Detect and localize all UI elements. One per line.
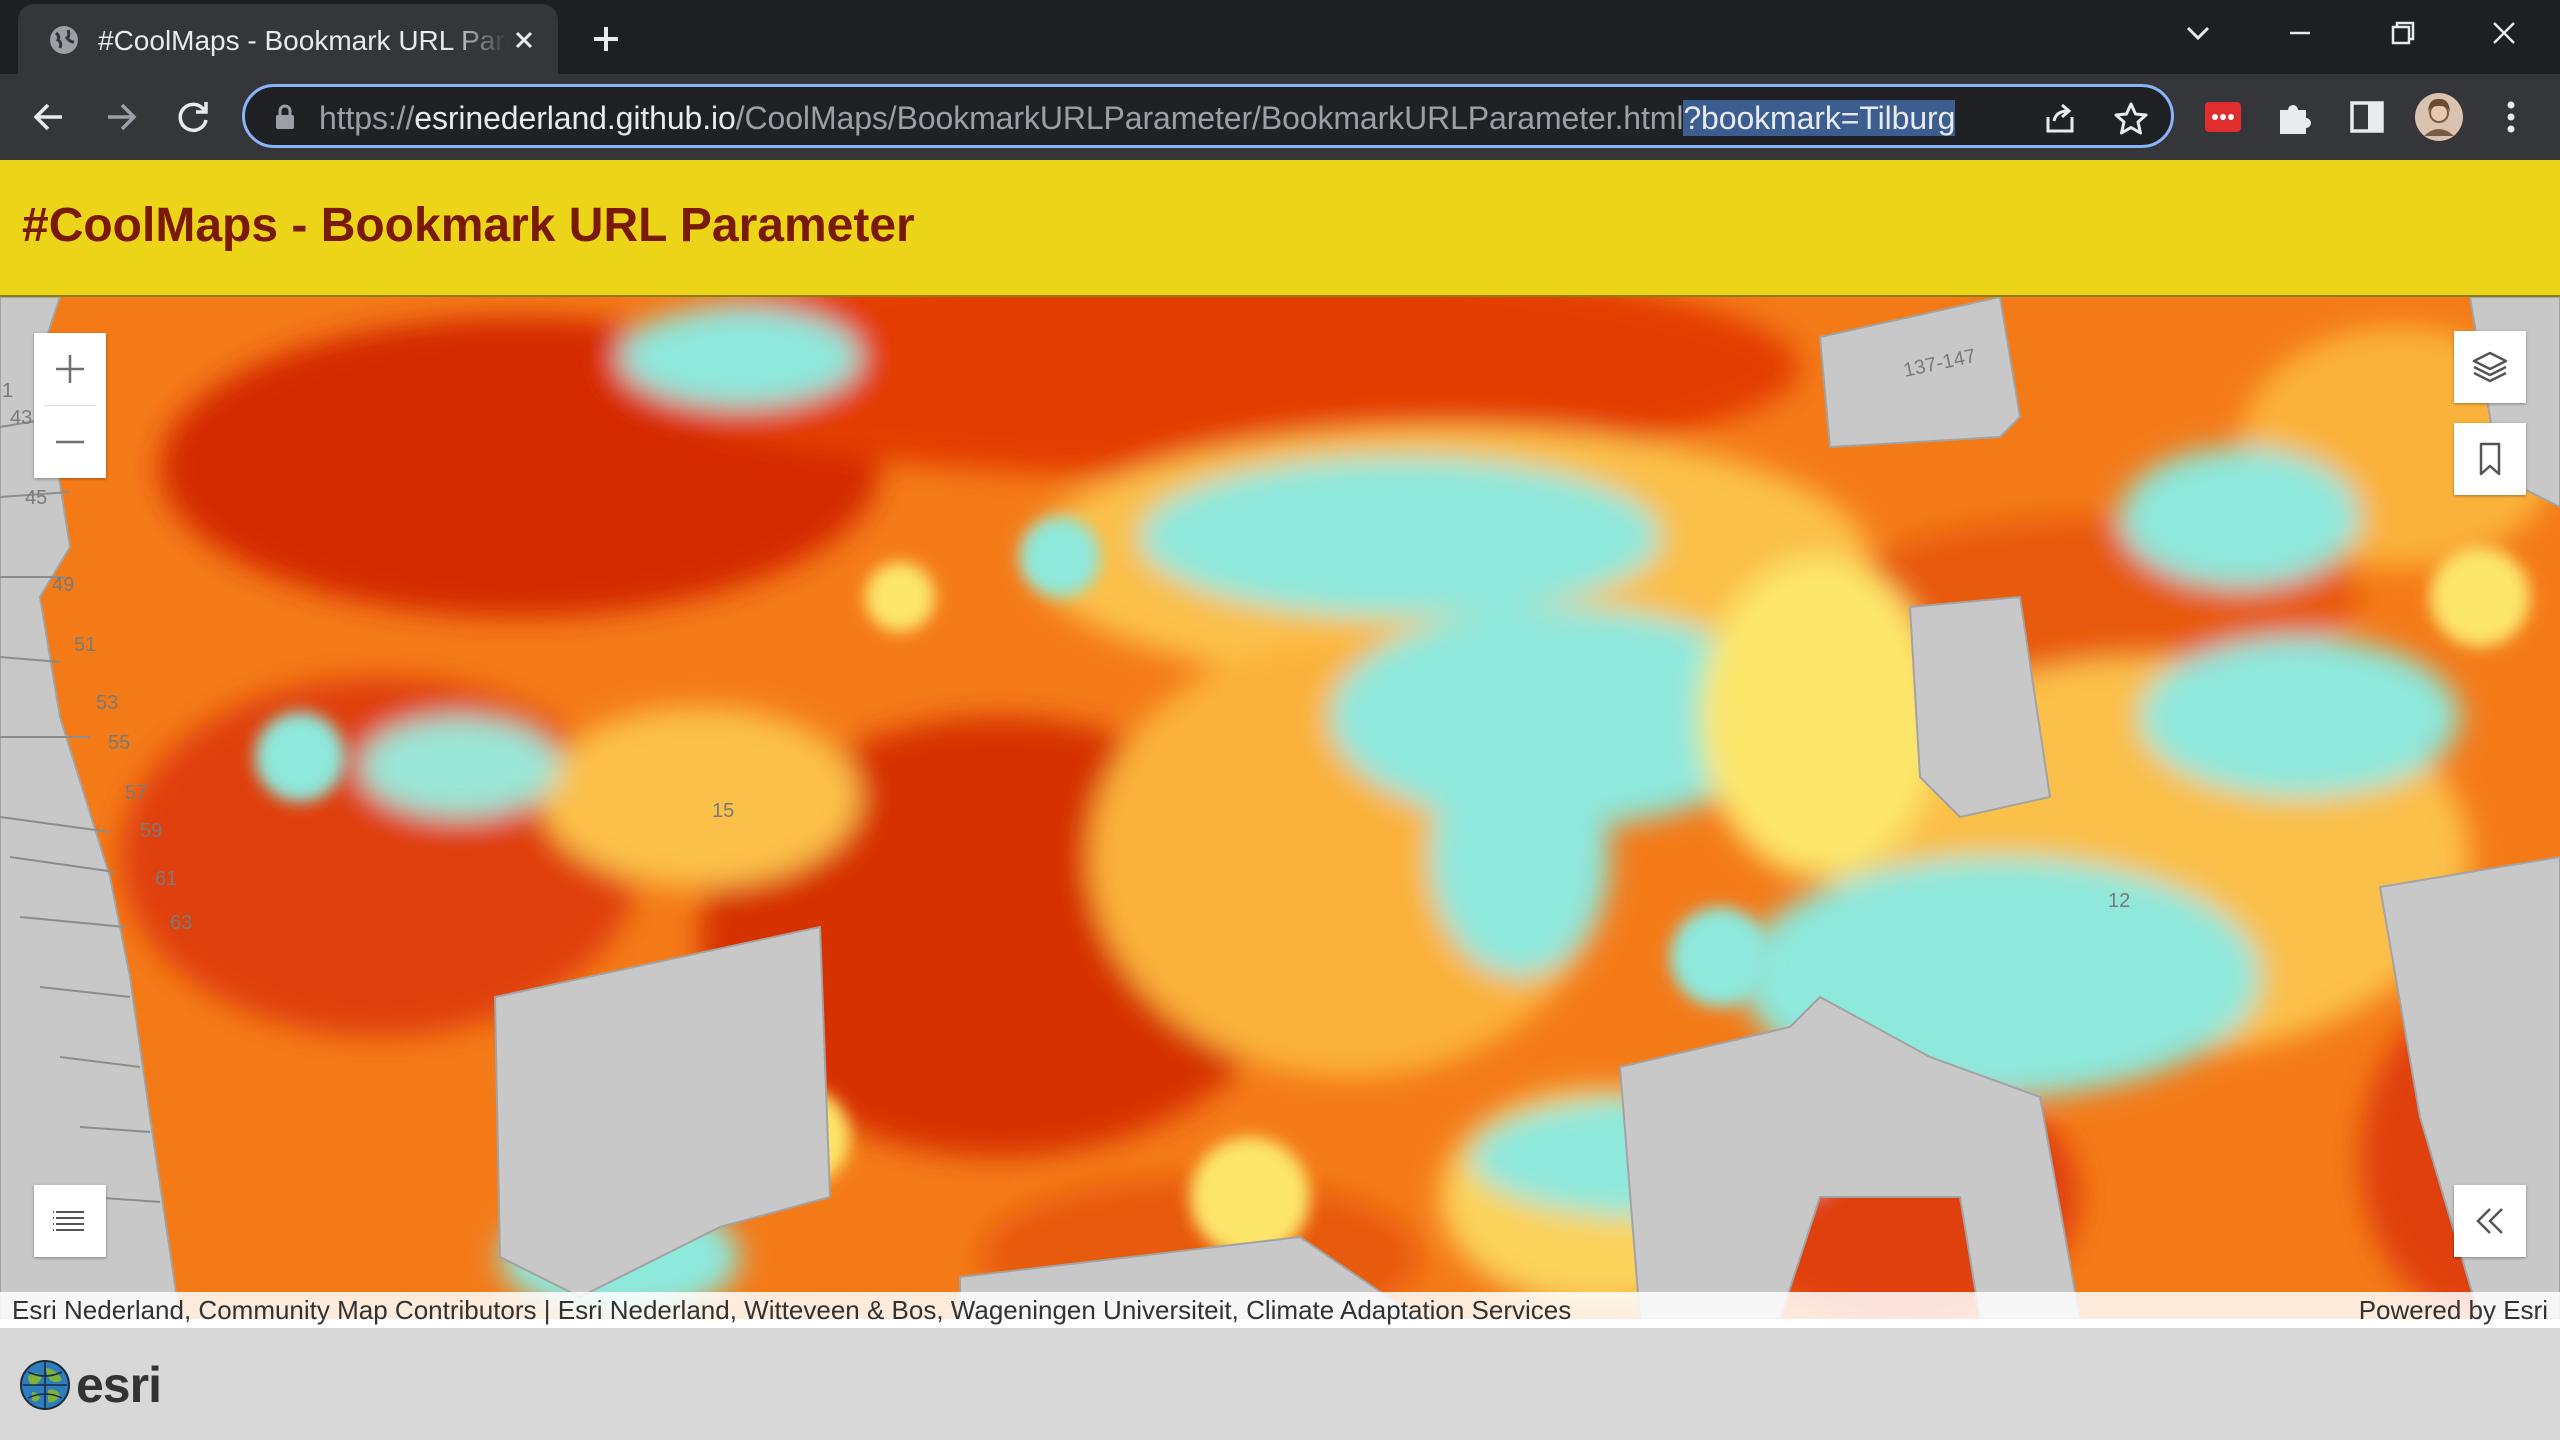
zoom-controls bbox=[34, 333, 106, 478]
puzzle-icon[interactable] bbox=[2270, 92, 2320, 142]
plus-icon[interactable] bbox=[578, 14, 634, 64]
page-header: #CoolMaps - Bookmark URL Parameter bbox=[0, 160, 2560, 297]
browser-tab-bar: #CoolMaps - Bookmark URL Parameter bbox=[0, 0, 2560, 74]
expand-panel-button[interactable] bbox=[2454, 1185, 2526, 1257]
esri-logo[interactable]: esri bbox=[18, 1356, 162, 1414]
map-label-55: 55 bbox=[108, 732, 130, 754]
minimize-icon[interactable] bbox=[2250, 0, 2350, 66]
legend-list-button[interactable] bbox=[34, 1185, 106, 1257]
zoom-in-icon bbox=[56, 355, 84, 383]
address-bar[interactable]: https://esrinederland.github.io/CoolMaps… bbox=[242, 84, 2174, 148]
layers-button[interactable] bbox=[2454, 331, 2526, 403]
page-footer: esri bbox=[0, 1328, 2560, 1440]
double-chevron-left-icon bbox=[2476, 1208, 2503, 1234]
kebab-menu-icon[interactable] bbox=[2486, 92, 2536, 142]
sidepanel-icon[interactable] bbox=[2342, 92, 2392, 142]
map-label-12: 12 bbox=[2108, 890, 2130, 912]
map-label-1: 1 bbox=[2, 380, 13, 402]
zoom-out-button[interactable] bbox=[34, 406, 106, 478]
close-icon[interactable] bbox=[510, 26, 538, 54]
map-label-63: 63 bbox=[170, 912, 192, 934]
url-query-selected: ?bookmark=Tilburg bbox=[1683, 100, 1956, 136]
map-label-57: 57 bbox=[125, 782, 147, 804]
map-label-61: 61 bbox=[155, 868, 177, 890]
zoom-out-icon bbox=[56, 440, 84, 444]
bookmarks-button[interactable] bbox=[2454, 423, 2526, 495]
profile-avatar[interactable] bbox=[2414, 92, 2464, 142]
powered-by-esri[interactable]: Powered by Esri bbox=[2359, 1295, 2548, 1326]
map-label-43: 43 bbox=[10, 407, 32, 429]
esri-logo-text: esri bbox=[76, 1357, 162, 1413]
map-label-53: 53 bbox=[96, 692, 118, 714]
esri-globe-icon bbox=[20, 1360, 70, 1410]
layers-icon bbox=[2472, 351, 2508, 383]
url-host: esrinederland.github.io bbox=[414, 100, 736, 136]
url-text[interactable]: https://esrinederland.github.io/CoolMaps… bbox=[319, 100, 1955, 137]
url-path: /CoolMaps/BookmarkURLParameter/BookmarkU… bbox=[735, 100, 1684, 136]
star-icon[interactable] bbox=[2111, 99, 2151, 139]
close-window-icon[interactable] bbox=[2454, 0, 2554, 66]
globe-icon bbox=[50, 26, 78, 54]
extension-icon[interactable] bbox=[2198, 92, 2248, 142]
browser-tab-active[interactable]: #CoolMaps - Bookmark URL Parameter bbox=[18, 4, 558, 74]
tab-title: #CoolMaps - Bookmark URL Parameter bbox=[98, 25, 508, 56]
browser-toolbar: https://esrinederland.github.io/CoolMaps… bbox=[0, 74, 2560, 160]
reload-icon[interactable] bbox=[168, 92, 218, 142]
map-attribution: Esri Nederland, Community Map Contributo… bbox=[0, 1292, 2560, 1328]
restore-icon[interactable] bbox=[2352, 0, 2452, 66]
map-label-15: 15 bbox=[712, 800, 734, 822]
list-icon bbox=[53, 1211, 84, 1231]
lock-icon[interactable] bbox=[273, 103, 297, 131]
map-label-51: 51 bbox=[74, 634, 96, 656]
share-icon[interactable] bbox=[2040, 99, 2080, 139]
forward-icon[interactable] bbox=[96, 92, 146, 142]
web-page: #CoolMaps - Bookmark URL Parameter 137-1… bbox=[0, 160, 2560, 1440]
chevron-down-icon[interactable] bbox=[2148, 0, 2248, 66]
url-scheme: https:// bbox=[319, 100, 415, 136]
attribution-text[interactable]: Esri Nederland, Community Map Contributo… bbox=[12, 1295, 1571, 1326]
back-icon[interactable] bbox=[24, 92, 74, 142]
map-label-49: 49 bbox=[52, 574, 74, 596]
map-label-45: 45 bbox=[25, 487, 47, 509]
zoom-in-button[interactable] bbox=[34, 333, 106, 405]
page-title: #CoolMaps - Bookmark URL Parameter bbox=[22, 199, 915, 252]
bookmark-icon bbox=[2479, 442, 2501, 476]
map-view[interactable]: 137-147 43 45 49 51 53 55 57 59 61 63 15… bbox=[0, 297, 2560, 1319]
map-label-59: 59 bbox=[140, 820, 162, 842]
heat-map-layer[interactable]: 137-147 43 45 49 51 53 55 57 59 61 63 15… bbox=[0, 297, 2560, 1319]
